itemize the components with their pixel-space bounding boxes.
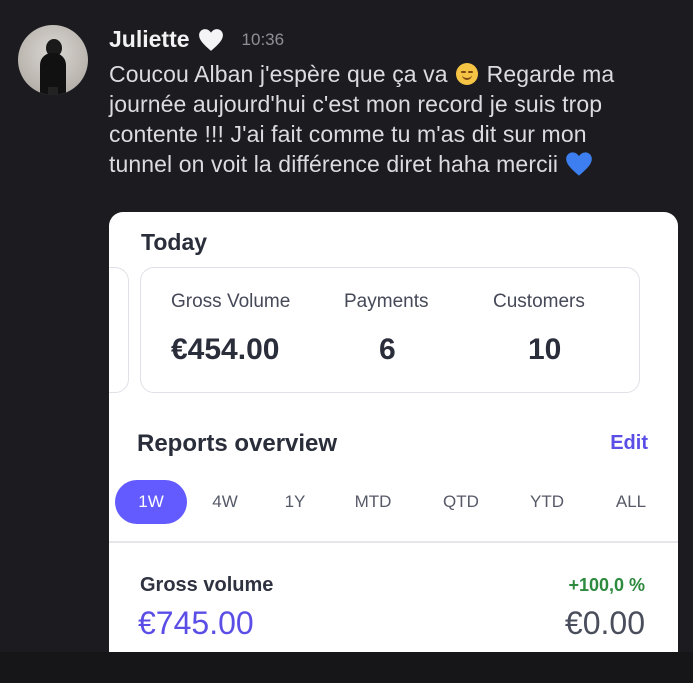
tab-mtd[interactable]: MTD	[345, 480, 401, 524]
gross-volume-report-label: Gross volume	[140, 574, 274, 596]
previous-stats-card-edge	[109, 267, 129, 393]
payments-label: Payments	[344, 291, 429, 312]
gross-volume-label: Gross Volume	[171, 291, 291, 312]
tab-ytd[interactable]: YTD	[520, 480, 574, 524]
smiling-face-icon	[456, 63, 479, 85]
period-tabs: 1W 4W 1Y MTD QTD YTD ALL	[109, 480, 678, 526]
gross-volume-report-value: €745.00	[138, 605, 254, 641]
bottom-bar	[0, 652, 693, 683]
reports-overview-title: Reports overview	[137, 430, 338, 457]
avatar[interactable]	[18, 25, 88, 95]
tab-all[interactable]: ALL	[608, 480, 654, 524]
customers-value: 10	[528, 333, 562, 366]
message-line-3: contente !!! J'ai fait comme tu m'as dit…	[109, 121, 587, 147]
payments-value: 6	[379, 333, 396, 366]
message-line-1-end: Regarde ma	[480, 61, 615, 87]
message-timestamp: 10:36	[241, 29, 285, 49]
blue-heart-icon	[565, 152, 592, 176]
gross-volume-previous-value: €0.00	[564, 605, 645, 641]
message-line-1: Coucou Alban j'espère que ça va Regarde …	[109, 59, 684, 89]
gross-volume-change: +100,0 %	[568, 575, 645, 595]
message-text: Coucou Alban j'espère que ça va Regarde …	[109, 59, 684, 179]
white-heart-icon	[198, 28, 223, 51]
avatar-figure-leg	[48, 87, 58, 95]
message-line-1-start: Coucou Alban j'espère que ça va	[109, 61, 455, 87]
tab-qtd[interactable]: QTD	[434, 480, 488, 524]
message-line-4-text: tunnel on voit la différence diret haha …	[109, 151, 565, 177]
tab-1y[interactable]: 1Y	[277, 480, 313, 524]
customers-label: Customers	[493, 291, 585, 312]
today-stats-card[interactable]: Gross Volume €454.00 Payments 6 Customer…	[140, 267, 640, 393]
divider	[109, 541, 678, 543]
tab-4w[interactable]: 4W	[205, 480, 245, 524]
username[interactable]: Juliette	[109, 26, 190, 53]
message-line-4: tunnel on voit la différence diret haha …	[109, 149, 684, 179]
screenshot-attachment[interactable]: Today Gross Volume €454.00 Payments 6 Cu…	[109, 212, 678, 652]
tab-1w[interactable]: 1W	[115, 480, 187, 524]
gross-volume-value: €454.00	[171, 333, 280, 366]
message-header: Juliette 10:36	[109, 26, 284, 53]
message-line-2: journée aujourd'hui c'est mon record je …	[109, 91, 603, 117]
today-title: Today	[141, 229, 208, 255]
edit-button[interactable]: Edit	[610, 432, 648, 455]
